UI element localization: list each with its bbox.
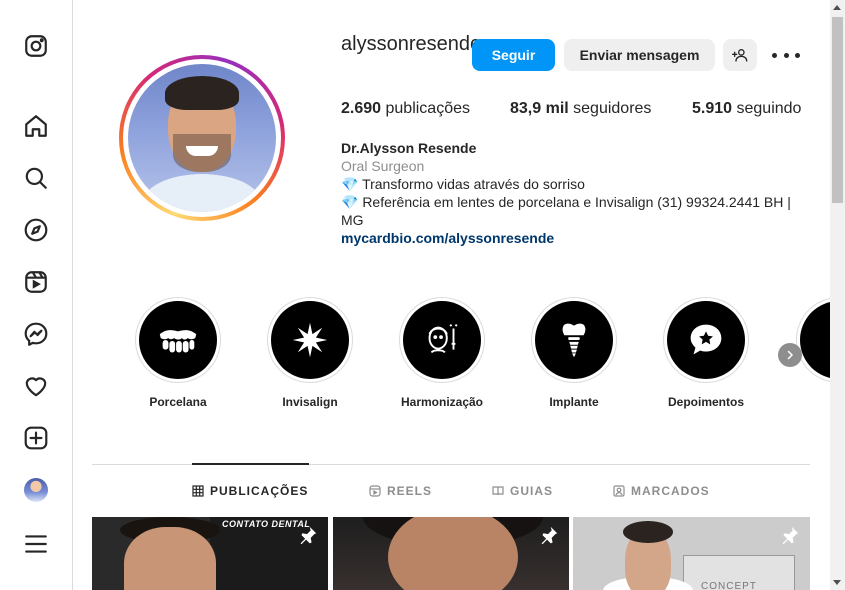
highlight-label: Harmonização	[400, 395, 484, 409]
profile-bio: Dr.Alysson Resende Oral Surgeon 💎 Transf…	[341, 139, 801, 247]
highlight-cover	[139, 301, 217, 379]
highlight-ring	[267, 297, 353, 383]
tab-posts[interactable]: PUBLICAÇÕES	[192, 484, 308, 498]
create-plus-icon[interactable]	[22, 424, 50, 452]
home-icon[interactable]	[22, 112, 50, 140]
more-dot-icon	[772, 52, 777, 58]
post-thumbnail[interactable]: CONCEPT	[573, 517, 810, 590]
tab-label: PUBLICAÇÕES	[210, 484, 309, 498]
messenger-icon[interactable]	[22, 320, 50, 348]
post-thumbnail[interactable]	[333, 517, 569, 590]
avatar-border	[123, 59, 281, 217]
star-chat-icon	[690, 324, 722, 355]
implant-icon	[562, 323, 586, 358]
stat-followers[interactable]: 83,9 mil seguidores	[510, 100, 651, 118]
page-scrollbar[interactable]	[830, 0, 845, 590]
highlight-porcelana[interactable]: Porcelana	[118, 297, 238, 409]
send-message-button[interactable]: Enviar mensagem	[564, 39, 715, 71]
bio-line: 💎 Transformo vidas através do sorriso	[341, 176, 585, 192]
posts-count: 2.690	[341, 100, 382, 117]
scrollbar-thumb[interactable]	[832, 17, 843, 203]
tab-label: MARCADOS	[631, 484, 710, 498]
suggested-users-button[interactable]	[723, 39, 757, 71]
avatar-shirt	[142, 174, 262, 212]
tab-reels[interactable]: REELS	[369, 484, 432, 498]
pin-icon	[541, 526, 558, 545]
chevron-right-icon	[787, 350, 794, 360]
highlight-ring	[399, 297, 485, 383]
flower-icon	[292, 322, 328, 358]
book-icon	[492, 486, 504, 496]
post-thumbnail[interactable]: CONTATO DENTAL	[92, 517, 328, 590]
highlight-implante[interactable]: Implante	[514, 297, 634, 409]
profile-avatar[interactable]	[119, 55, 285, 221]
sidebar-nav	[0, 0, 73, 590]
instagram-logo-icon[interactable]	[22, 32, 50, 60]
post-hair	[623, 521, 673, 543]
posts-label: publicações	[385, 100, 471, 117]
profile-avatar-icon[interactable]	[24, 478, 48, 502]
highlight-invisalign[interactable]: Invisalign	[250, 297, 370, 409]
avatar-hair	[165, 76, 239, 110]
scroll-down-arrow-icon[interactable]	[833, 580, 841, 585]
pin-icon	[782, 526, 799, 545]
highlight-label: Porcelana	[149, 395, 207, 409]
tab-label: GUIAS	[510, 484, 554, 498]
avatar-photo	[128, 64, 276, 212]
bio-website-link[interactable]: mycardbio.com/alyssonresende	[341, 229, 801, 247]
more-dot-icon	[783, 52, 789, 58]
followers-label: seguidores	[573, 100, 652, 117]
explore-compass-icon[interactable]	[22, 216, 50, 244]
highlight-harmonizacao[interactable]: Harmonização	[382, 297, 502, 409]
more-dot-icon	[795, 52, 800, 58]
post-face	[388, 517, 518, 590]
following-count: 5.910	[692, 100, 733, 117]
reels-icon	[369, 485, 381, 497]
bio-category: Oral Surgeon	[341, 158, 425, 174]
followers-count: 83,9 mil	[510, 100, 569, 117]
highlight-ring	[135, 297, 221, 383]
active-tab-indicator	[192, 463, 309, 465]
profile-username: alyssonresende	[341, 33, 482, 55]
highlight-cover	[667, 301, 745, 379]
face-injection-icon	[428, 323, 458, 354]
pin-icon	[300, 526, 317, 545]
post-overlay-text: CONCEPT	[701, 581, 757, 590]
add-person-icon	[732, 49, 748, 62]
bio-line: 💎 Referência em lentes de porcelana e In…	[341, 194, 791, 228]
highlight-label: Invisalign	[282, 395, 338, 409]
highlight-ring	[663, 297, 749, 383]
menu-hamburger-icon[interactable]	[22, 530, 50, 558]
grid-icon	[192, 485, 204, 497]
more-options-button[interactable]	[772, 46, 800, 64]
avatar-smile	[186, 146, 218, 156]
reels-icon[interactable]	[22, 268, 50, 296]
stat-posts: 2.690 publicações	[341, 100, 470, 118]
highlight-cover	[535, 301, 613, 379]
search-icon[interactable]	[22, 164, 50, 192]
tab-guides[interactable]: GUIAS	[492, 484, 553, 498]
tab-tagged[interactable]: MARCADOS	[613, 484, 710, 498]
stat-following[interactable]: 5.910 seguindo	[692, 100, 801, 118]
follow-button[interactable]: Seguir	[472, 39, 555, 71]
post-face	[124, 527, 216, 590]
highlight-cover	[403, 301, 481, 379]
highlight-ring	[531, 297, 617, 383]
heart-icon[interactable]	[22, 372, 50, 400]
bio-full-name: Dr.Alysson Resende	[341, 140, 477, 156]
teeth-icon	[159, 330, 197, 353]
tagged-person-icon	[613, 485, 625, 497]
highlight-label: Depoimentos	[667, 395, 744, 409]
highlights-next-button[interactable]	[778, 343, 802, 367]
highlight-cover	[271, 301, 349, 379]
tab-label: REELS	[387, 484, 433, 498]
following-label: seguindo	[736, 100, 802, 117]
scroll-up-arrow-icon[interactable]	[833, 5, 841, 10]
highlight-label: Implante	[549, 395, 599, 409]
highlight-depoimentos[interactable]: Depoimentos	[646, 297, 766, 409]
